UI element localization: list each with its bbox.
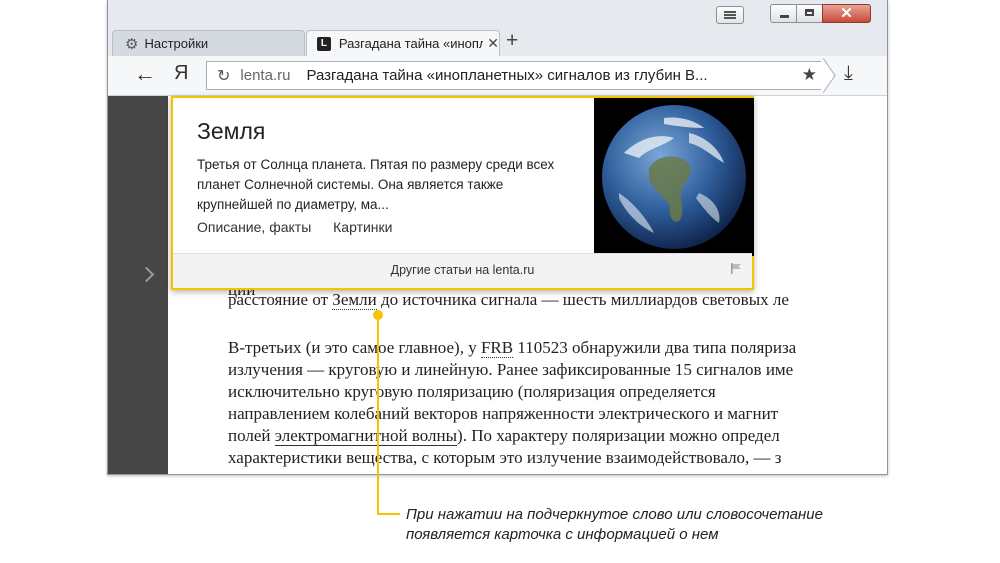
article-text-run: характеристики вещества, с которым это и… — [228, 448, 782, 467]
chevron-right-icon[interactable] — [138, 266, 155, 283]
article-line: направлением колебаний векторов напряжен… — [228, 404, 778, 424]
sidebar-panel[interactable] — [108, 96, 168, 474]
article-text-run: исключительно круговую поляризацию (поля… — [228, 382, 716, 401]
article-text-run: направлением колебаний векторов напряжен… — [228, 404, 779, 423]
yandex-logo-button[interactable]: Я — [174, 62, 188, 85]
callout-line-1: При нажатии на подчеркнутое слово или сл… — [406, 506, 823, 523]
favicon-icon: L — [317, 36, 331, 51]
article-line: расстояние от Земли до источника сигнала… — [228, 290, 789, 310]
address-bar[interactable]: ↻ lenta.ru Разгадана тайна «инопланетных… — [206, 61, 826, 90]
tab-article[interactable]: L Разгадана тайна «инопланетных» сигнало… — [306, 30, 500, 56]
article-line: В-третьих (и это самое главное), у FRB 1… — [228, 338, 796, 358]
article-text-run: В-третьих (и это самое главное), у — [228, 338, 481, 357]
article-text-run: ). По характеру поляризации можно опреде… — [457, 426, 780, 445]
callout-line — [377, 312, 400, 515]
callout-line-2: появляется карточка с информацией о нем — [406, 526, 719, 543]
minimize-button[interactable] — [770, 4, 797, 23]
menu-icon — [724, 11, 736, 19]
card-link-description[interactable]: Описание, факты — [197, 219, 311, 235]
article-text-run: полей — [228, 426, 275, 445]
article-line: полей электромагнитной волны). По характ… — [228, 426, 780, 446]
article-line: излучения — круговую и линейную. Ранее з… — [228, 360, 793, 380]
article-text-run: до источника сигнала — шесть миллиардов … — [376, 290, 789, 309]
article-line: характеристики вещества, с которым это и… — [228, 448, 782, 468]
gear-icon: ⚙ — [125, 35, 139, 53]
article-text-run: излучения — круговую и линейную. Ранее з… — [228, 360, 794, 379]
download-icon[interactable]: ⤓ — [844, 62, 853, 85]
toolbar: ← Я ↻ lenta.ru Разгадана тайна «иноплане… — [108, 56, 887, 96]
underlined-term[interactable]: электромагнитной волны — [274, 426, 458, 446]
tab-label: Настройки — [144, 36, 209, 51]
card-footer: Другие статьи на lenta.ru — [173, 253, 752, 288]
reload-icon[interactable]: ↻ — [217, 66, 230, 86]
new-tab-button[interactable]: + — [506, 30, 518, 52]
article-text-run: 110523 обнаружили два типа поляриза — [513, 338, 797, 357]
underlined-term[interactable]: Земли — [332, 290, 377, 310]
earth-image[interactable] — [594, 98, 754, 256]
close-icon: ✕ — [840, 5, 853, 22]
close-window-button[interactable]: ✕ — [822, 4, 871, 23]
tab-close-icon[interactable]: ✕ — [487, 35, 499, 52]
card-title: Земля — [197, 118, 266, 144]
card-links: Описание, факты Картинки — [197, 219, 411, 235]
address-domain: lenta.ru — [240, 67, 291, 84]
tab-settings[interactable]: ⚙ Настройки — [112, 30, 305, 56]
info-card: Земля Третья от Солнца планета. Пятая по… — [171, 96, 754, 290]
flag-icon[interactable] — [730, 263, 742, 274]
menu-button[interactable] — [716, 6, 744, 24]
address-page-title: Разгадана тайна «инопланетных» сигналов … — [306, 67, 708, 84]
maximize-button[interactable] — [796, 4, 823, 23]
article-text-run: расстояние от — [228, 290, 333, 309]
card-link-images[interactable]: Картинки — [333, 219, 392, 235]
card-footer-link[interactable]: Другие статьи на lenta.ru — [173, 263, 752, 277]
card-description: Третья от Солнца планета. Пятая по разме… — [197, 157, 555, 212]
back-arrow-icon[interactable]: ← — [134, 61, 156, 87]
callout-text: При нажатии на подчеркнутое слово или сл… — [406, 505, 823, 545]
article-line: исключительно круговую поляризацию (поля… — [228, 382, 716, 402]
underlined-term[interactable]: FRB — [480, 338, 514, 358]
bookmark-star-icon[interactable]: ★ — [802, 65, 817, 85]
tab-label: Разгадана тайна «инопланетных» сигналов … — [338, 36, 484, 51]
